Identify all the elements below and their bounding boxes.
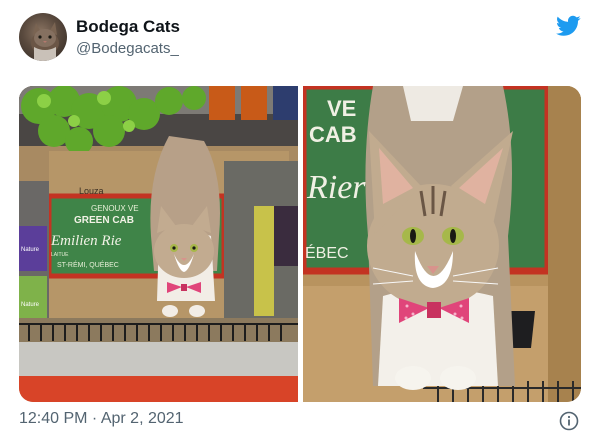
cat-avatar-icon: [31, 22, 59, 61]
avatar[interactable]: [19, 13, 67, 61]
tweet-card: Bodega Cats @Bodegacats_ Louza GENOUX VE…: [0, 0, 600, 441]
info-icon[interactable]: [559, 411, 579, 431]
twitter-bird-icon[interactable]: [556, 15, 581, 37]
cat-closeup-photo-icon: VE CAB Rier ÉBEC: [303, 86, 581, 402]
tweet-timestamp[interactable]: 12:40 PM · Apr 2, 2021: [19, 410, 184, 428]
box-line-3: Emilien Rie: [50, 233, 122, 249]
box-line-4: ÉBEC: [305, 243, 349, 262]
box-line-1: VE: [327, 96, 356, 121]
box-line-2: CAB: [309, 122, 357, 147]
author-name[interactable]: Bodega Cats: [76, 17, 180, 37]
packet-label-2: Nature: [21, 302, 40, 308]
box-line-1: GENOUX VE: [91, 204, 139, 213]
packet-label-1: Nature: [21, 247, 40, 253]
box-line-4: ST-RÉMI, QUÉBEC: [57, 260, 119, 269]
author-handle[interactable]: @Bodegacats_: [76, 40, 179, 57]
media-photo-2[interactable]: VE CAB Rier ÉBEC: [303, 86, 581, 402]
box-line-3: Rier: [306, 169, 366, 206]
cat-bow-tie-photo-icon: Louza GENOUX VE GREEN CAB Emilien Rie ST…: [19, 86, 298, 402]
media-grid: Louza GENOUX VE GREEN CAB Emilien Rie ST…: [19, 86, 581, 402]
box-small-text: LAITUE: [51, 252, 69, 258]
box-line-2: GREEN CAB: [74, 215, 134, 226]
box-brand-text: Louza: [79, 186, 104, 196]
media-photo-1[interactable]: Louza GENOUX VE GREEN CAB Emilien Rie ST…: [19, 86, 298, 402]
